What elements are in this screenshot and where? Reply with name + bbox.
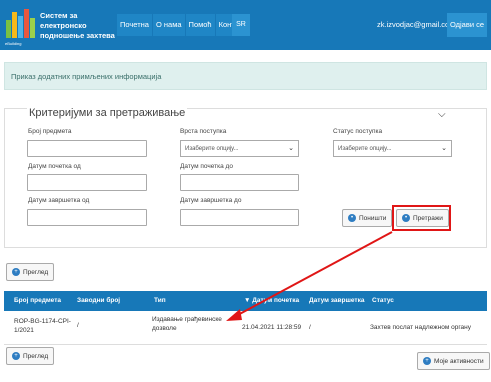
start-date-from-label: Датум почетка од: [28, 163, 81, 170]
logout-button[interactable]: Одјави се: [447, 13, 487, 37]
top-header: eBuilding Систем за електронско подношењ…: [0, 0, 491, 50]
nav-help[interactable]: Помоћ: [185, 14, 215, 36]
start-date-to-input[interactable]: [180, 174, 299, 191]
case-number-line-1: ROP-BG-1174-CPI-: [14, 318, 71, 325]
cell-case-number: ROP-BG-1174-CPI- 1/2021: [14, 317, 71, 335]
col-status[interactable]: Статус: [372, 297, 394, 304]
brand-line-2: подношење захтева: [40, 31, 115, 40]
brand-line-1: Систем за електронско: [40, 11, 87, 30]
chevron-down-icon[interactable]: ⌵: [438, 109, 446, 120]
main-nav: Почетна О нама Помоћ Контакт: [117, 14, 250, 36]
reset-icon: •: [348, 214, 356, 222]
start-date-from-input[interactable]: [27, 174, 147, 191]
chevron-down-icon: ⌄: [441, 145, 447, 152]
plus-icon: +: [12, 268, 20, 276]
user-email: zk.izvodjac@gmail.com: [377, 20, 456, 29]
cancel-button[interactable]: • Поништи: [342, 209, 393, 227]
procedure-status-label: Статус поступка: [333, 128, 383, 135]
start-date-to-label: Датум почетка до: [180, 163, 233, 170]
col-reg-number[interactable]: Заводни број: [77, 297, 120, 304]
case-number-line-2: 1/2021: [14, 327, 34, 334]
ebuilding-logo-icon[interactable]: [4, 6, 38, 44]
plus-icon: +: [12, 352, 20, 360]
overview-label-bottom: Преглед: [23, 352, 49, 360]
criteria-title: Критеријуми за претраживање: [27, 107, 188, 119]
my-activities-button[interactable]: + Моје активности: [417, 352, 490, 370]
end-date-from-input[interactable]: [27, 209, 147, 226]
chevron-down-icon: ⌄: [288, 145, 294, 152]
procedure-status-value: Изаберите опцију...: [338, 146, 392, 152]
language-selector[interactable]: SR: [232, 14, 250, 36]
col-type[interactable]: Тип: [154, 297, 166, 304]
search-button-highlight: [392, 205, 451, 231]
overview-label: Преглед: [23, 268, 49, 276]
cell-reg-number: /: [77, 322, 79, 329]
cell-type: Издавање грађевинске дозволе: [152, 315, 222, 333]
procedure-type-select[interactable]: Изаберите опцију... ⌄: [180, 140, 299, 157]
end-date-to-label: Датум завршетка до: [180, 197, 242, 204]
brand-title: Систем за електронско подношење захтева: [40, 11, 116, 41]
end-date-to-input[interactable]: [180, 209, 299, 226]
table-row[interactable]: ROP-BG-1174-CPI- 1/2021 / Издавање грађе…: [4, 311, 487, 345]
procedure-type-label: Врста поступка: [180, 128, 227, 135]
info-banner: Приказ додатних примљених информација: [4, 62, 487, 90]
nav-about[interactable]: О нама: [152, 14, 185, 36]
end-date-from-label: Датум завршетка од: [28, 197, 90, 204]
case-number-input[interactable]: [27, 140, 147, 157]
col-start-date[interactable]: ▼ Датум почетка: [244, 297, 299, 304]
cell-end-date: /: [309, 324, 311, 331]
procedure-type-value: Изаберите опцију...: [185, 146, 239, 152]
nav-home[interactable]: Почетна: [117, 14, 152, 36]
cancel-label: Поништи: [359, 214, 387, 222]
overview-button-top[interactable]: + Преглед: [6, 263, 55, 281]
my-activities-label: Моје активности: [434, 357, 484, 365]
col-end-date[interactable]: Датум завршетка: [309, 297, 364, 304]
overview-button-bottom[interactable]: + Преглед: [6, 347, 55, 365]
cell-status: Захтев послат надлежном органу: [370, 324, 472, 331]
results-table-header: Број предмета Заводни број Тип ▼ Датум п…: [4, 291, 487, 311]
col-case-number[interactable]: Број предмета: [14, 297, 61, 304]
plus-icon: +: [423, 357, 431, 365]
procedure-status-select[interactable]: Изаберите опцију... ⌄: [333, 140, 452, 157]
type-line-2: дозволе: [152, 325, 177, 332]
case-number-label: Број предмета: [28, 128, 72, 135]
cell-start-date: 21.04.2021 11:28:59: [242, 324, 302, 331]
type-line-1: Издавање грађевинске: [152, 316, 222, 323]
logo-text: eBuilding: [5, 41, 22, 46]
